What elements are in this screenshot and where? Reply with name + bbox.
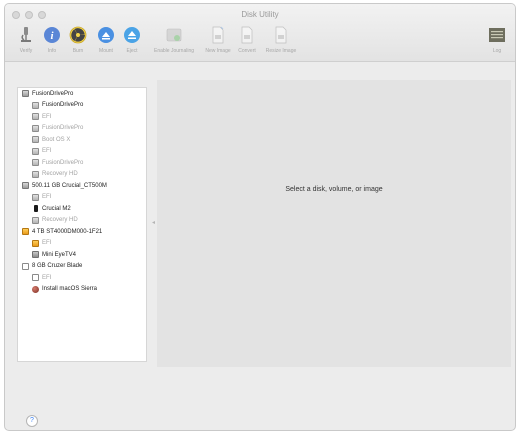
disk-utility-window: Disk Utility Verify i Info Burn Mount Ej… bbox=[4, 3, 516, 431]
resize-image-icon bbox=[272, 26, 290, 44]
volume-icon bbox=[32, 136, 39, 144]
sidebar-item[interactable]: EFI bbox=[18, 272, 146, 284]
window-title: Disk Utility bbox=[241, 10, 279, 19]
title-bar: Disk Utility Verify i Info Burn Mount Ej… bbox=[5, 4, 515, 62]
burn-label: Burn bbox=[72, 48, 84, 54]
empty-selection-message: Select a disk, volume, or image bbox=[285, 186, 383, 193]
resize-image-label: Resize Image bbox=[265, 48, 297, 54]
sidebar-item[interactable]: EFI bbox=[18, 192, 146, 204]
mount-icon bbox=[97, 26, 115, 44]
sidebar-item[interactable]: 500.11 GB Crucial_CT500M bbox=[18, 180, 146, 192]
sidebar-item[interactable]: Crucial M2 bbox=[18, 203, 146, 215]
volume-icon bbox=[32, 147, 39, 155]
eject-icon bbox=[123, 26, 141, 44]
sidebar-item[interactable]: Mini EyeTV4 bbox=[18, 249, 146, 261]
log-label: Log bbox=[492, 48, 502, 54]
convert-label: Convert bbox=[238, 48, 256, 54]
usb-disk-icon bbox=[22, 262, 29, 270]
sidebar-item[interactable]: Boot OS X bbox=[18, 134, 146, 146]
disk-sidebar: FusionDrivePro FusionDrivePro EFI Fusion… bbox=[17, 87, 147, 362]
info-icon: i bbox=[43, 26, 61, 44]
hard-disk-icon bbox=[22, 182, 29, 190]
verify-label: Verify bbox=[19, 48, 33, 54]
burn-button[interactable]: Burn bbox=[63, 26, 93, 54]
eject-label: Eject bbox=[126, 48, 138, 54]
eject-button[interactable]: Eject bbox=[117, 26, 147, 54]
volume-icon bbox=[32, 124, 39, 132]
sidebar-resize-handle[interactable]: ◂ bbox=[152, 219, 155, 226]
new-image-icon bbox=[209, 26, 227, 44]
resize-image-button[interactable]: Resize Image bbox=[261, 26, 301, 54]
journal-icon bbox=[165, 26, 183, 44]
volume-icon bbox=[32, 216, 39, 224]
sidebar-item[interactable]: Recovery HD bbox=[18, 215, 146, 227]
help-button[interactable]: ? bbox=[26, 415, 38, 427]
enable-journaling-button[interactable]: Enable Journaling bbox=[150, 26, 198, 54]
detail-pane: Select a disk, volume, or image bbox=[157, 80, 511, 367]
microscope-icon bbox=[17, 26, 35, 44]
m2-drive-icon bbox=[34, 205, 38, 213]
sidebar-item[interactable]: Install macOS Sierra bbox=[18, 284, 146, 296]
volume-icon bbox=[32, 159, 39, 167]
sidebar-item[interactable]: FusionDrivePro bbox=[18, 157, 146, 169]
external-disk-icon bbox=[22, 228, 29, 236]
info-label: Info bbox=[47, 48, 57, 54]
sidebar-item[interactable]: FusionDrivePro bbox=[18, 123, 146, 135]
sidebar-item[interactable]: 4 TB ST4000DM000-1F21 bbox=[18, 226, 146, 238]
hard-disk-icon bbox=[22, 90, 29, 98]
tv-volume-icon bbox=[32, 251, 39, 259]
enable-journaling-label: Enable Journaling bbox=[153, 48, 195, 54]
sidebar-item[interactable]: FusionDrivePro bbox=[18, 88, 146, 100]
volume-icon bbox=[32, 101, 39, 109]
sidebar-item[interactable]: 8 GB Cruzer Blade bbox=[18, 261, 146, 273]
sidebar-item[interactable]: Recovery HD bbox=[18, 169, 146, 181]
convert-button[interactable]: Convert bbox=[230, 26, 264, 54]
new-image-label: New Image bbox=[205, 48, 231, 54]
convert-icon bbox=[238, 26, 256, 44]
sidebar-item[interactable]: EFI bbox=[18, 146, 146, 158]
sierra-installer-icon bbox=[32, 285, 39, 293]
radiation-icon bbox=[69, 26, 87, 44]
external-volume-icon bbox=[32, 239, 39, 247]
volume-icon bbox=[32, 170, 39, 178]
log-button[interactable]: Log bbox=[485, 26, 509, 54]
sidebar-item[interactable]: EFI bbox=[18, 111, 146, 123]
usb-volume-icon bbox=[32, 274, 39, 282]
sidebar-item[interactable]: FusionDrivePro bbox=[18, 100, 146, 112]
sidebar-item[interactable]: EFI bbox=[18, 238, 146, 250]
mount-label: Mount bbox=[99, 48, 113, 54]
log-icon bbox=[488, 26, 506, 44]
volume-icon bbox=[32, 113, 39, 121]
toolbar: Verify i Info Burn Mount Eject Enable Jo… bbox=[11, 26, 509, 60]
volume-icon bbox=[32, 193, 39, 201]
